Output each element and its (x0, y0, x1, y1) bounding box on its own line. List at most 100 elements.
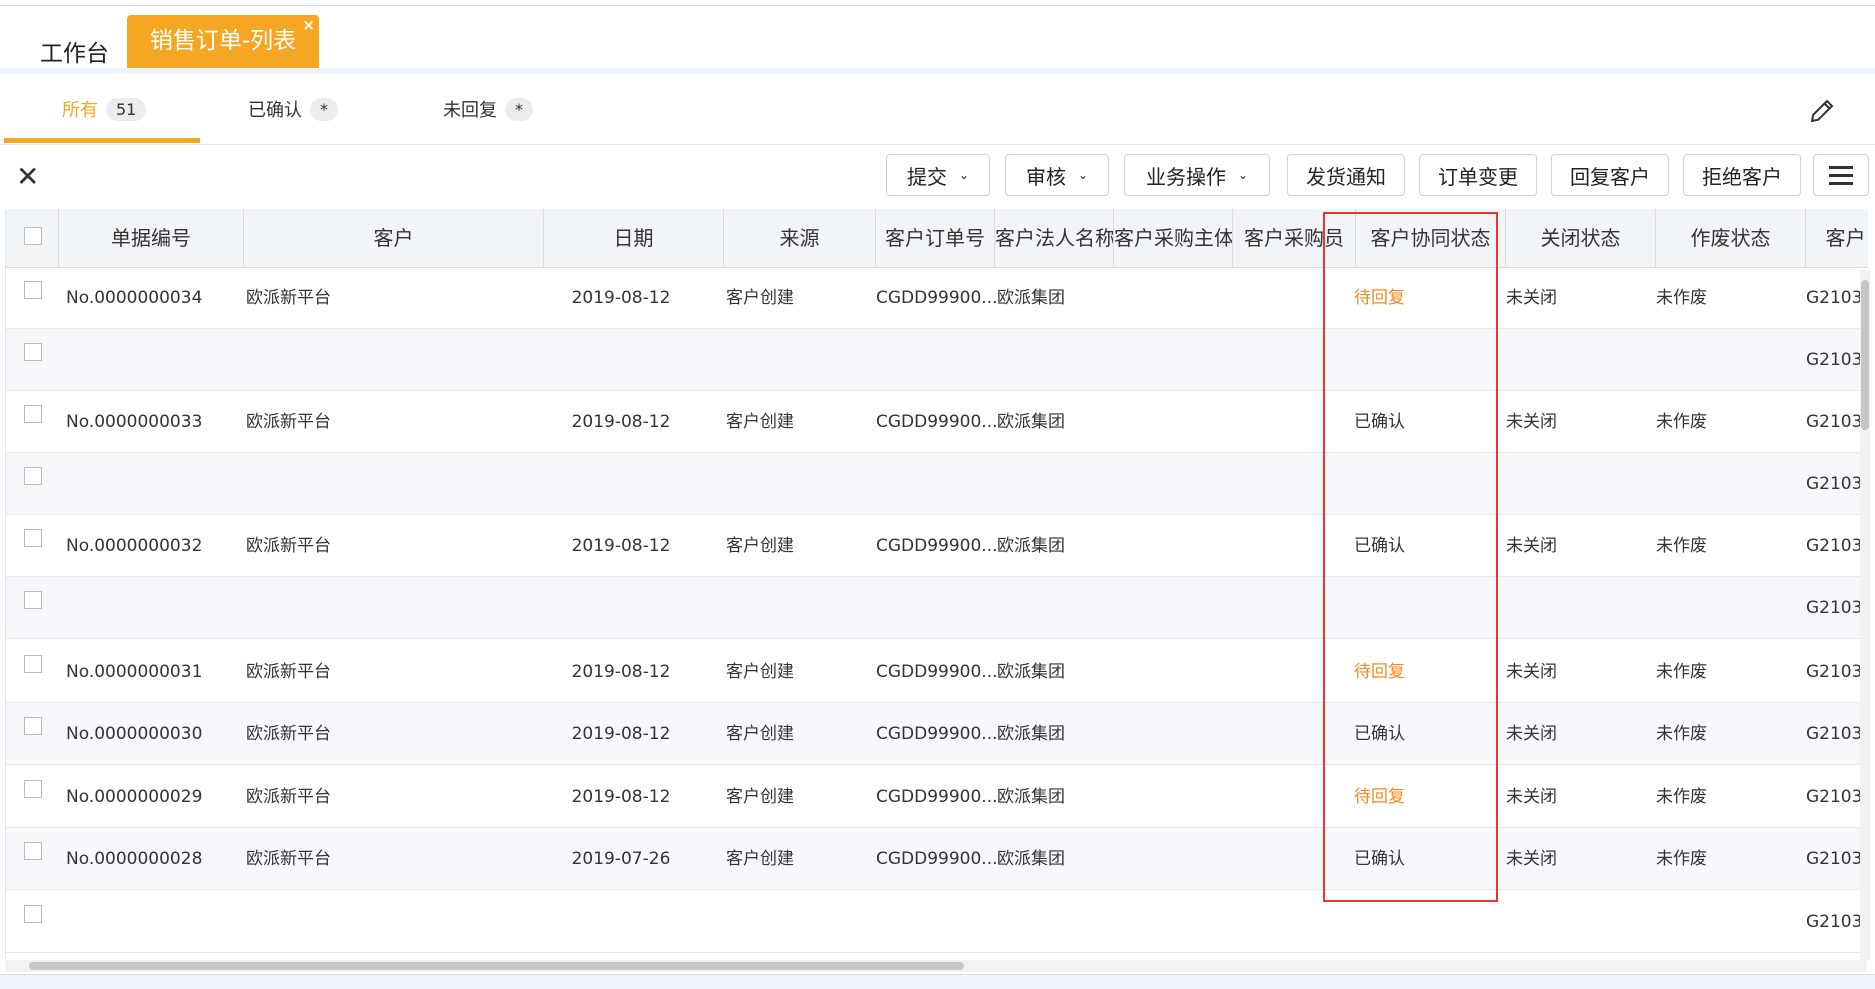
customer-order-cell: CGDD99900... (876, 288, 998, 308)
void-status-cell: 未作废 (1656, 662, 1707, 682)
vertical-scrollbar[interactable] (1860, 270, 1870, 960)
void-status-cell: 未作废 (1656, 288, 1707, 308)
row-checkbox[interactable] (24, 343, 42, 361)
table-row[interactable]: No.0000000029 欧派新平台 2019-08-12 客户创建 CGDD9990… (6, 766, 1868, 828)
table-header: 单据编号 客户 日期 来源 客户订单号 客户法人名称 客户采购主体 客户采购员 客户协同状态 关闭… (6, 209, 1868, 268)
tab-workbench[interactable]: 工作台 (40, 34, 109, 68)
filter-tab-confirmed[interactable]: 已确认 * (248, 96, 338, 122)
column-header[interactable]: 单据编号 (59, 209, 244, 267)
filter-tab-label: 未回复 (443, 100, 497, 121)
column-header[interactable]: 来源 (724, 209, 876, 267)
legal-name-cell: 欧派集团 (997, 849, 1065, 869)
customer-cell: 欧派新平台 (246, 536, 331, 556)
tab-sales-order-list[interactable]: 销售订单-列表 × (127, 15, 319, 68)
filter-tab-unreplied[interactable]: 未回复 * (443, 96, 533, 122)
date-cell (556, 453, 686, 515)
close-status-cell: 未关闭 (1506, 787, 1557, 807)
pencil-icon[interactable] (1807, 96, 1837, 126)
date-cell: 2019-08-12 (571, 536, 671, 556)
count-badge: 51 (106, 97, 147, 121)
collab-status-cell: 已确认 (1354, 724, 1405, 744)
customer-order-cell: CGDD99900... (876, 662, 998, 682)
column-header[interactable]: 日期 (544, 209, 724, 267)
column-header[interactable]: 关闭状态 (1506, 209, 1656, 267)
legal-name-cell: 欧派集团 (997, 288, 1065, 308)
customer-code-cell: G2103 (1806, 912, 1863, 932)
business-ops-button[interactable]: 业务操作 ⌄ (1124, 154, 1270, 196)
table-row[interactable]: No.0000000034 欧派新平台 2019-08-12 客户创建 CGDD9990… (6, 267, 1868, 329)
column-header[interactable]: 作废状态 (1656, 209, 1806, 267)
row-checkbox[interactable] (24, 467, 42, 485)
customer-order-cell: CGDD99900... (876, 849, 998, 869)
row-checkbox[interactable] (24, 655, 42, 673)
row-checkbox[interactable] (24, 905, 42, 923)
void-status-cell: 未作废 (1656, 787, 1707, 807)
customer-code-cell: G2103 (1806, 849, 1863, 869)
shipping-notice-button[interactable]: 发货通知 (1287, 154, 1405, 196)
row-checkbox[interactable] (24, 842, 42, 860)
table-row[interactable]: G2103 (6, 453, 1868, 515)
source-cell: 客户创建 (726, 849, 794, 869)
chevron-down-icon: ⌄ (958, 168, 970, 182)
order-change-button[interactable]: 订单变更 (1419, 154, 1537, 196)
doc-number-cell: No.0000000032 (66, 536, 203, 556)
row-checkbox[interactable] (24, 717, 42, 735)
customer-order-cell: CGDD99900... (876, 412, 998, 432)
row-checkbox[interactable] (24, 281, 42, 299)
date-cell: 2019-08-12 (571, 724, 671, 744)
column-header[interactable]: 客户 (1806, 209, 1868, 267)
reject-customer-button[interactable]: 拒绝客户 (1683, 154, 1801, 196)
scroll-thumb[interactable] (1861, 280, 1869, 430)
legal-name-cell: 欧派集团 (997, 662, 1065, 682)
count-badge: * (505, 97, 533, 121)
date-cell: 2019-08-12 (571, 787, 671, 807)
row-checkbox[interactable] (24, 405, 42, 423)
reply-customer-button[interactable]: 回复客户 (1551, 154, 1669, 196)
page-tab-bar: 工作台 销售订单-列表 × (0, 6, 1875, 74)
legal-name-cell: 欧派集团 (997, 787, 1065, 807)
customer-cell: 欧派新平台 (246, 288, 331, 308)
tab-label: 销售订单-列表 (149, 28, 297, 54)
filter-tab-all[interactable]: 所有 51 (62, 96, 147, 122)
horizontal-scrollbar[interactable] (5, 960, 1867, 972)
submit-button[interactable]: 提交 ⌄ (886, 154, 990, 196)
row-checkbox[interactable] (24, 780, 42, 798)
legal-name-cell: 欧派集团 (997, 412, 1065, 432)
scroll-thumb[interactable] (29, 962, 964, 970)
customer-code-cell: G2103 (1806, 598, 1863, 618)
close-icon[interactable]: × (302, 16, 315, 34)
close-status-cell: 未关闭 (1506, 412, 1557, 432)
close-icon[interactable]: ✕ (16, 162, 39, 192)
audit-button[interactable]: 审核 ⌄ (1005, 154, 1109, 196)
button-label: 回复客户 (1570, 164, 1650, 189)
close-status-cell: 未关闭 (1506, 849, 1557, 869)
button-label: 拒绝客户 (1702, 164, 1782, 189)
table-row[interactable]: G2103 (6, 329, 1868, 391)
date-cell (556, 891, 686, 953)
table-row[interactable]: No.0000000030 欧派新平台 2019-08-12 客户创建 CGDD9990… (6, 703, 1868, 765)
column-header[interactable]: 客户法人名称 (995, 209, 1114, 267)
table-row[interactable]: G2103 (6, 891, 1868, 953)
table-row[interactable]: G2103 (6, 577, 1868, 639)
customer-order-cell: CGDD99900... (876, 787, 998, 807)
menu-icon[interactable] (1813, 154, 1869, 196)
customer-cell: 欧派新平台 (246, 662, 331, 682)
column-header[interactable]: 客户采购员 (1233, 209, 1356, 267)
date-cell (556, 577, 686, 639)
row-checkbox[interactable] (24, 591, 42, 609)
void-status-cell: 未作废 (1656, 412, 1707, 432)
table-row[interactable]: No.0000000028 欧派新平台 2019-07-26 客户创建 CGDD9990… (6, 828, 1868, 890)
column-header[interactable]: 客户订单号 (876, 209, 995, 267)
customer-cell: 欧派新平台 (246, 724, 331, 744)
table-row[interactable]: No.0000000032 欧派新平台 2019-08-12 客户创建 CGDD9990… (6, 515, 1868, 577)
source-cell: 客户创建 (726, 412, 794, 432)
column-header[interactable]: 客户采购主体 (1114, 209, 1233, 267)
column-header[interactable]: 客户协同状态 (1356, 209, 1506, 267)
table-row[interactable]: No.0000000031 欧派新平台 2019-08-12 客户创建 CGDD9990… (6, 641, 1868, 703)
row-checkbox[interactable] (24, 529, 42, 547)
table-row[interactable]: No.0000000033 欧派新平台 2019-08-12 客户创建 CGDD9990… (6, 391, 1868, 453)
column-header[interactable]: 客户 (244, 209, 544, 267)
collab-status-cell: 待回复 (1354, 662, 1405, 682)
filter-tabs: 所有 51 已确认 * 未回复 * (0, 74, 1875, 145)
doc-number-cell: No.0000000030 (66, 724, 203, 744)
